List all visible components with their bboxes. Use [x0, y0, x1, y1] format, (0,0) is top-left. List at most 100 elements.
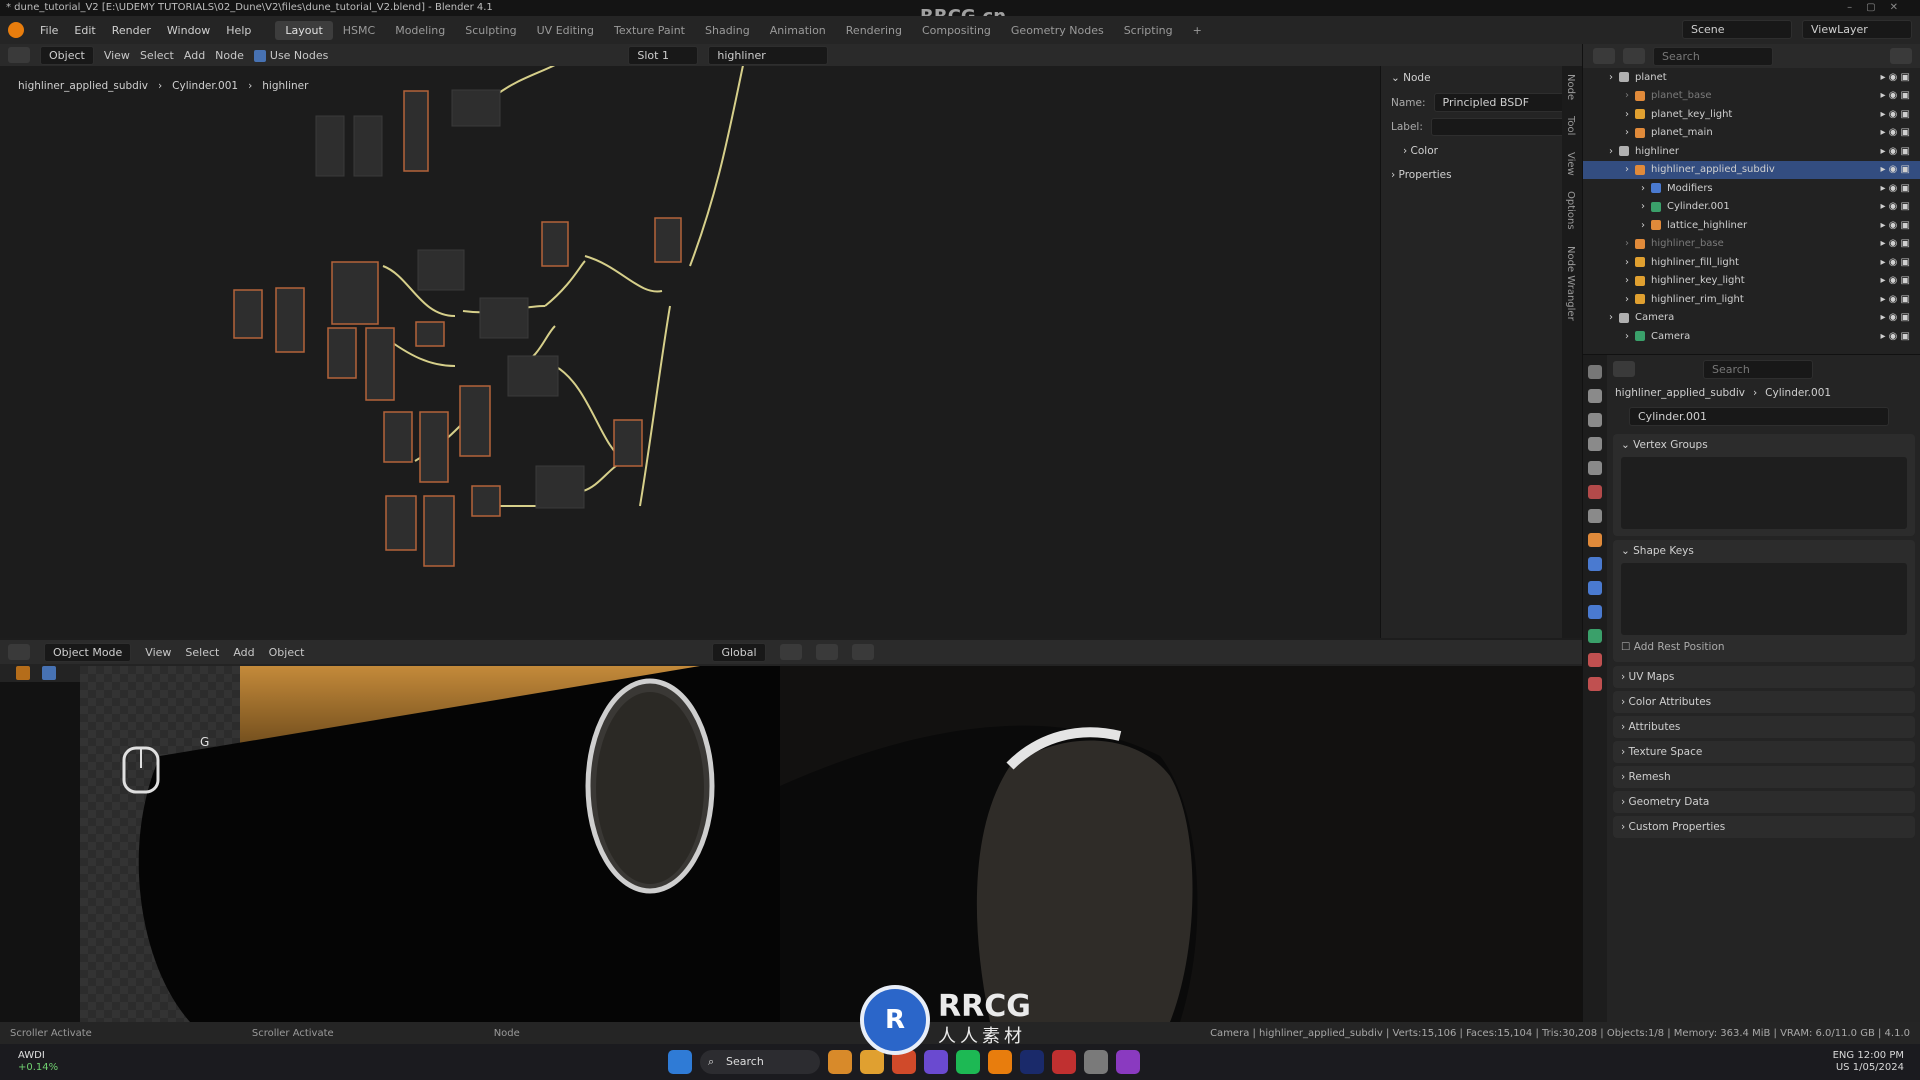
node-menu-select[interactable]: Select [140, 49, 174, 62]
texture-tab-icon[interactable] [1588, 677, 1602, 691]
node-section-header[interactable]: ⌄ Node [1381, 66, 1580, 90]
vertex-groups-list[interactable] [1621, 457, 1907, 529]
visibility-toggles[interactable]: ▸ ◉ ▣ [1880, 127, 1910, 138]
shape-keys-panel[interactable]: ⌄ Shape Keys ☐ Add Rest Position [1613, 540, 1915, 662]
outliner-editor-icon[interactable] [1593, 48, 1615, 64]
vertex-groups-panel[interactable]: ⌄ Vertex Groups [1613, 434, 1915, 536]
expand-arrow-icon[interactable]: › [1625, 331, 1629, 342]
workspace-tab-compositing[interactable]: Compositing [912, 21, 1001, 40]
expand-arrow-icon[interactable]: › [1625, 90, 1629, 101]
expand-arrow-icon[interactable]: › [1609, 72, 1613, 83]
collapsed-panel[interactable]: › Geometry Data [1613, 791, 1915, 813]
collapsed-panel[interactable]: › Color Attributes [1613, 691, 1915, 713]
view-layer-tab-icon[interactable] [1588, 437, 1602, 451]
outliner-row[interactable]: › highliner ▸ ◉ ▣ [1583, 142, 1920, 161]
outliner-row[interactable]: › planet_main ▸ ◉ ▣ [1583, 124, 1920, 143]
sidebar-tab-tool[interactable]: Tool [1562, 108, 1579, 143]
outliner-row[interactable]: › highliner_rim_light ▸ ◉ ▣ [1583, 290, 1920, 309]
modifier-tab-icon[interactable] [1588, 557, 1602, 571]
visibility-toggles[interactable]: ▸ ◉ ▣ [1880, 146, 1910, 157]
workspace-tab-geometry-nodes[interactable]: Geometry Nodes [1001, 21, 1114, 40]
play-icon[interactable] [16, 666, 30, 680]
node-menu-add[interactable]: Add [184, 49, 205, 62]
particles-tab-icon[interactable] [1588, 581, 1602, 595]
window-controls[interactable]: –▢✕ [1847, 0, 1912, 16]
properties-search-input[interactable]: Search [1703, 359, 1813, 379]
outliner-row[interactable]: › Cylinder.001 ▸ ◉ ▣ [1583, 198, 1920, 217]
expand-arrow-icon[interactable]: › [1609, 146, 1613, 157]
viewport-menu-object[interactable]: Object [269, 646, 305, 659]
pivot-icon[interactable] [779, 644, 802, 660]
material-field[interactable]: highliner [708, 45, 829, 65]
visibility-toggles[interactable]: ▸ ◉ ▣ [1880, 164, 1910, 175]
onenote-icon[interactable] [1116, 1050, 1140, 1074]
workspace-tab-sculpting[interactable]: Sculpting [455, 21, 526, 40]
expand-arrow-icon[interactable]: › [1609, 312, 1613, 323]
filter-icon[interactable] [1890, 48, 1912, 64]
windows-start-icon[interactable] [668, 1050, 692, 1074]
viewport-menu-add[interactable]: Add [233, 646, 254, 659]
workspace-tab-layout[interactable]: Layout [275, 20, 333, 40]
visibility-toggles[interactable]: ▸ ◉ ▣ [1880, 90, 1910, 101]
menu-help[interactable]: Help [218, 24, 259, 37]
properties-editor-icon[interactable] [1613, 361, 1635, 377]
add-workspace-button[interactable]: + [1183, 21, 1212, 40]
system-tray[interactable]: ENG 12:00 PM US 1/05/2024 [1833, 1050, 1904, 1074]
use-nodes-toggle[interactable]: Use Nodes [253, 49, 328, 62]
expand-arrow-icon[interactable]: › [1625, 109, 1629, 120]
collapsed-panel[interactable]: › Custom Properties [1613, 816, 1915, 838]
visibility-toggles[interactable]: ▸ ◉ ▣ [1880, 109, 1910, 120]
scene-tab-icon[interactable] [1588, 461, 1602, 475]
visibility-toggles[interactable]: ▸ ◉ ▣ [1880, 257, 1910, 268]
expand-arrow-icon[interactable]: › [1641, 201, 1645, 212]
expand-arrow-icon[interactable]: › [1625, 294, 1629, 305]
node-menu-node[interactable]: Node [215, 49, 244, 62]
snap-icon[interactable] [815, 644, 838, 660]
object-type-dropdown[interactable]: Object [40, 45, 94, 65]
outliner-row[interactable]: › highliner_base ▸ ◉ ▣ [1583, 235, 1920, 254]
outliner-row[interactable]: › highliner_key_light ▸ ◉ ▣ [1583, 272, 1920, 291]
sidebar-tab-node-wrangler[interactable]: Node Wrangler [1562, 238, 1579, 329]
node-properties-subpanel[interactable]: › Properties [1381, 163, 1580, 187]
blender-logo-icon[interactable] [8, 22, 24, 38]
viewport-camera-view[interactable]: G [80, 666, 780, 1022]
mesh-data-name-field[interactable]: Cylinder.001 [1629, 407, 1889, 426]
visibility-toggles[interactable]: ▸ ◉ ▣ [1880, 312, 1910, 323]
collapsed-panel[interactable]: › Remesh [1613, 766, 1915, 788]
outliner-row[interactable]: › lattice_highliner ▸ ◉ ▣ [1583, 216, 1920, 235]
scene-selector[interactable]: Scene [1682, 20, 1792, 39]
workspace-tab-rendering[interactable]: Rendering [836, 21, 912, 40]
node-graph[interactable] [0, 66, 1380, 638]
output-tab-icon[interactable] [1588, 413, 1602, 427]
expand-arrow-icon[interactable]: › [1625, 257, 1629, 268]
workspace-tab-modeling[interactable]: Modeling [385, 21, 455, 40]
menu-window[interactable]: Window [159, 24, 218, 37]
outliner-row[interactable]: › planet_base ▸ ◉ ▣ [1583, 87, 1920, 106]
tool-tab-icon[interactable] [1588, 365, 1602, 379]
workspace-tab-shading[interactable]: Shading [695, 21, 760, 40]
collection-tab-icon[interactable] [1588, 509, 1602, 523]
add-rest-position-checkbox[interactable]: ☐ Add Rest Position [1621, 637, 1907, 657]
workspace-tab-scripting[interactable]: Scripting [1114, 21, 1183, 40]
node-color-subpanel[interactable]: › Color [1381, 139, 1580, 163]
select-box-icon[interactable] [42, 666, 56, 680]
visibility-toggles[interactable]: ▸ ◉ ▣ [1880, 220, 1910, 231]
object-mode-dropdown[interactable]: Object Mode [44, 642, 132, 662]
outliner-row[interactable]: › highliner_fill_light ▸ ◉ ▣ [1583, 253, 1920, 272]
node-label-field[interactable] [1430, 118, 1570, 136]
sidebar-tab-options[interactable]: Options [1562, 183, 1579, 238]
object-tab-icon[interactable] [1588, 533, 1602, 547]
app-icon[interactable] [1084, 1050, 1108, 1074]
collapsed-panel[interactable]: › UV Maps [1613, 666, 1915, 688]
node-menu-view[interactable]: View [104, 49, 130, 62]
visibility-toggles[interactable]: ▸ ◉ ▣ [1880, 294, 1910, 305]
visibility-toggles[interactable]: ▸ ◉ ▣ [1880, 238, 1910, 249]
viewport-menu-view[interactable]: View [145, 646, 171, 659]
collapsed-panel[interactable]: › Attributes [1613, 716, 1915, 738]
outliner-row[interactable]: › planet_key_light ▸ ◉ ▣ [1583, 105, 1920, 124]
workspace-tab-texture-paint[interactable]: Texture Paint [604, 21, 695, 40]
visibility-toggles[interactable]: ▸ ◉ ▣ [1880, 201, 1910, 212]
visibility-toggles[interactable]: ▸ ◉ ▣ [1880, 183, 1910, 194]
taskbar-search[interactable]: ⌕ Search [700, 1050, 820, 1074]
viewport-editor-type-icon[interactable] [8, 644, 30, 660]
